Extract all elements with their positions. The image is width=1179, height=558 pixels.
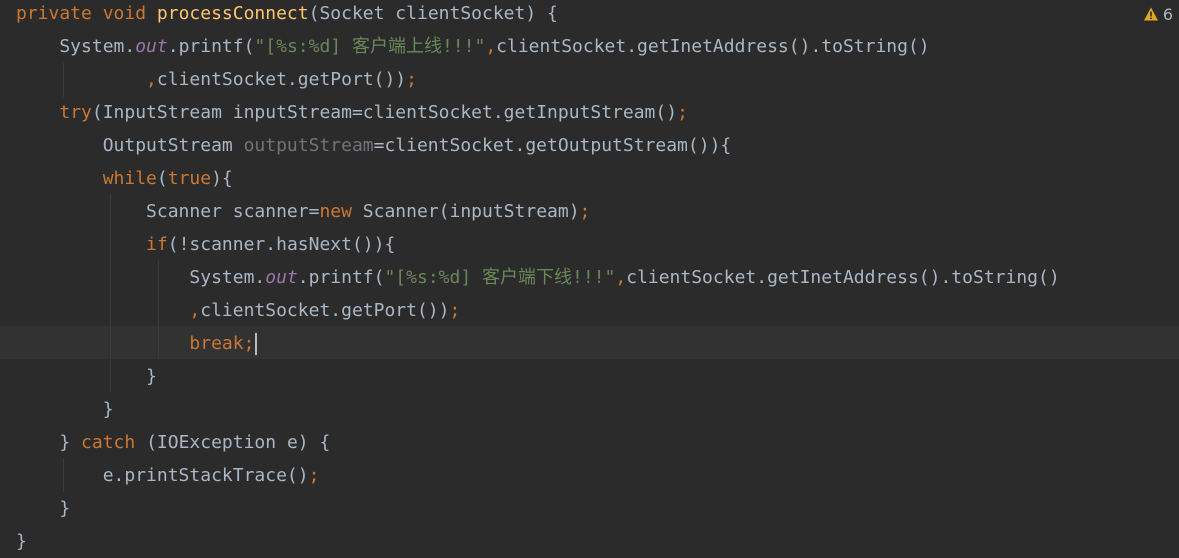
code-token: out [135,36,168,57]
code-line[interactable]: ,clientSocket.getPort()); [16,63,417,96]
code-line[interactable]: } [16,492,70,525]
code-token: } [16,366,157,387]
code-token: Scanner scanner= [16,201,320,222]
code-line[interactable]: Scanner scanner=new Scanner(inputStream)… [16,195,590,228]
code-token: if [146,234,168,255]
code-line[interactable]: try(InputStream inputStream=clientSocket… [16,96,688,129]
code-line[interactable]: OutputStream outputStream=clientSocket.g… [16,129,732,162]
code-token: new [319,201,363,222]
code-token: (!scanner.hasNext()){ [167,234,396,255]
code-token: =clientSocket.getOutputStream()){ [373,135,732,156]
code-line[interactable]: break; [16,327,258,360]
code-token: e.printStackTrace() [16,465,309,486]
code-token: processConnect [156,3,309,24]
code-token: ; [406,69,417,90]
code-line[interactable]: } catch (IOException e) { [16,426,330,459]
code-token: ; [449,300,461,321]
code-token: private void [16,3,157,24]
code-token: clientSocket.getInetAddress().toString() [626,267,1060,288]
code-token: ; [677,102,688,123]
warning-count[interactable]: 6 [1163,5,1173,24]
code-token: out [265,267,298,288]
code-token: ; [308,465,320,486]
code-token: , [485,36,497,57]
code-token: clientSocket.getPort()) [156,69,407,90]
code-token: clientSocket.getInetAddress().toString() [496,36,930,57]
code-line[interactable]: e.printStackTrace(); [16,459,320,492]
code-token: System. [16,267,266,288]
code-token: OutputStream [16,135,244,156]
code-token: ( [156,168,168,189]
code-token: ; [579,201,591,222]
code-line[interactable]: if(!scanner.hasNext()){ [16,228,395,261]
text-caret [255,333,258,355]
code-token: break; [189,333,255,354]
code-token: clientSocket.getPort()) [200,300,450,321]
code-token: .printf( [167,36,255,57]
code-line[interactable]: System.out.printf("[%s:%d] 客户端下线!!!",cli… [16,261,1060,294]
code-token: } [16,432,82,453]
code-editor[interactable]: private void processConnect(Socket clien… [0,0,1179,556]
code-token: outputStream [243,135,374,156]
code-token: (InputStream inputStream=clientSocket.ge… [91,102,678,123]
code-line[interactable]: } [16,360,157,393]
code-token: System. [16,36,136,57]
code-token: , [189,300,201,321]
code-token: } [16,399,114,420]
code-token: while [102,168,157,189]
code-token: (IOException e) { [146,432,331,453]
code-token: (Socket clientSocket) { [308,3,558,24]
code-token: true [167,168,212,189]
code-token: Scanner(inputStream) [362,201,580,222]
code-token: "[%s:%d] 客户端上线!!!" [254,36,486,57]
code-token: ){ [211,168,233,189]
code-token: try [59,102,92,123]
warning-triangle-icon [1143,7,1158,21]
inspection-widget[interactable]: 6 [1143,2,1173,26]
code-token: .printf( [297,267,385,288]
code-line[interactable]: System.out.printf("[%s:%d] 客户端上线!!!",cli… [16,30,930,63]
code-token: , [615,267,627,288]
code-line[interactable]: private void processConnect(Socket clien… [16,0,558,30]
code-line[interactable]: } [16,393,114,426]
code-token: } [16,498,71,519]
code-token: } [16,531,27,552]
code-token: catch [81,432,147,453]
code-line[interactable]: ,clientSocket.getPort()); [16,294,460,327]
code-token: "[%s:%d] 客户端下线!!!" [384,267,616,288]
code-line[interactable]: while(true){ [16,162,233,195]
code-line[interactable]: } [16,525,27,558]
code-token: , [146,69,157,90]
